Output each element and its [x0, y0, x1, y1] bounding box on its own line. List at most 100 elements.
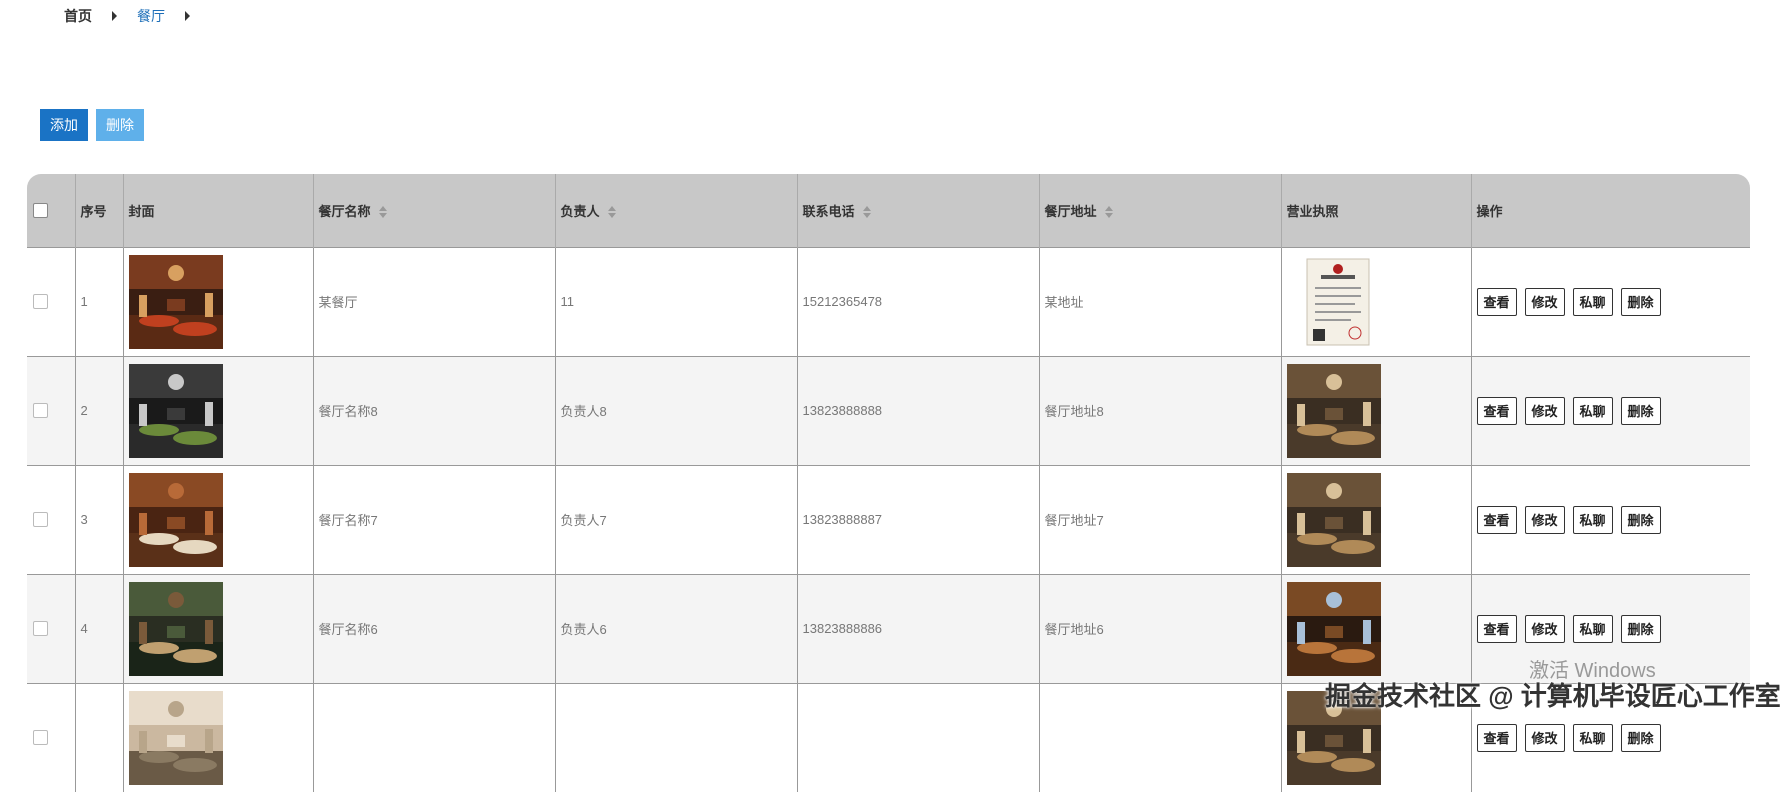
header-name[interactable]: 餐厅名称: [313, 174, 556, 247]
header-phone-label: 联系电话: [802, 203, 855, 219]
license-image[interactable]: [1286, 581, 1381, 676]
license-image[interactable]: [1286, 363, 1381, 458]
row-checkbox[interactable]: [33, 294, 48, 309]
row-owner: 11: [555, 247, 798, 356]
row-checkbox[interactable]: [33, 403, 48, 418]
row-name: [313, 683, 556, 792]
breadcrumb: 首页 餐厅: [64, 6, 210, 26]
row-phone: 13823888886: [797, 574, 1040, 683]
chat-button[interactable]: 私聊: [1572, 396, 1613, 425]
select-all-checkbox[interactable]: [33, 202, 48, 218]
row-license: [1281, 247, 1472, 356]
view-button[interactable]: 查看: [1476, 723, 1517, 752]
row-name: 餐厅名称7: [313, 465, 556, 574]
row-actions: 查看 修改 私聊 删除: [1471, 465, 1750, 574]
sort-icon[interactable]: [607, 206, 616, 219]
edit-button[interactable]: 修改: [1524, 614, 1565, 643]
row-select-cell: [27, 465, 76, 574]
edit-button[interactable]: 修改: [1524, 287, 1565, 316]
row-name: 餐厅名称8: [313, 356, 556, 465]
chat-button[interactable]: 私聊: [1572, 614, 1613, 643]
row-select-cell: [27, 683, 76, 792]
row-index: 2: [75, 356, 124, 465]
row-index: 3: [75, 465, 124, 574]
chat-button[interactable]: 私聊: [1572, 287, 1613, 316]
row-owner: 负责人6: [555, 574, 798, 683]
row-actions: 查看 修改 私聊 删除: [1471, 247, 1750, 356]
header-owner[interactable]: 负责人: [555, 174, 798, 247]
row-address: 某地址: [1039, 247, 1282, 356]
edit-button[interactable]: 修改: [1524, 396, 1565, 425]
delete-button[interactable]: 删除: [1620, 614, 1661, 643]
chevron-right-icon: [185, 11, 190, 21]
delete-button[interactable]: 删除: [1620, 505, 1661, 534]
row-checkbox[interactable]: [33, 730, 48, 746]
row-cover: [123, 574, 314, 683]
row-phone: 15212365478: [797, 247, 1040, 356]
cover-image[interactable]: [128, 363, 223, 458]
row-index: [75, 683, 124, 792]
view-button[interactable]: 查看: [1476, 614, 1517, 643]
row-phone: 13823888888: [797, 356, 1040, 465]
delete-button[interactable]: 删除: [1620, 396, 1661, 425]
row-actions: 查看 修改 私聊 删除: [1471, 356, 1750, 465]
header-phone[interactable]: 联系电话: [797, 174, 1040, 247]
view-button[interactable]: 查看: [1476, 396, 1517, 425]
row-license: [1281, 465, 1472, 574]
view-button[interactable]: 查看: [1476, 287, 1517, 316]
row-phone: [797, 683, 1040, 792]
breadcrumb-current[interactable]: 餐厅: [137, 6, 165, 26]
header-license: 营业执照: [1281, 174, 1472, 247]
sort-icon[interactable]: [862, 206, 871, 219]
cover-image[interactable]: [128, 690, 223, 785]
add-button[interactable]: 添加: [40, 109, 88, 141]
license-image[interactable]: [1286, 254, 1381, 349]
sort-icon[interactable]: [1104, 206, 1113, 219]
table-row: 1 某餐厅 11 15212365478 某地址 查看 修改 私聊 删除: [27, 247, 1750, 356]
table-header-row: 序号 封面 餐厅名称 负责人 联系电话 餐厅地址 营业执照 操作: [27, 174, 1750, 247]
row-cover: [123, 356, 314, 465]
edit-button[interactable]: 修改: [1524, 723, 1565, 752]
row-select-cell: [27, 247, 76, 356]
delete-button[interactable]: 删除: [1620, 723, 1661, 752]
edit-button[interactable]: 修改: [1524, 505, 1565, 534]
chat-button[interactable]: 私聊: [1572, 723, 1613, 752]
header-owner-label: 负责人: [560, 203, 600, 219]
chat-button[interactable]: 私聊: [1572, 505, 1613, 534]
header-address[interactable]: 餐厅地址: [1039, 174, 1282, 247]
toolbar: 添加 删除: [40, 109, 144, 141]
site-watermark: 掘金技术社区 @ 计算机毕设匠心工作室: [1325, 681, 1781, 711]
row-address: [1039, 683, 1282, 792]
header-index: 序号: [75, 174, 124, 247]
row-address: 餐厅地址7: [1039, 465, 1282, 574]
batch-delete-button[interactable]: 删除: [96, 109, 144, 141]
row-checkbox[interactable]: [33, 621, 48, 636]
row-address: 餐厅地址8: [1039, 356, 1282, 465]
header-address-label: 餐厅地址: [1044, 203, 1097, 219]
row-owner: 负责人8: [555, 356, 798, 465]
row-select-cell: [27, 356, 76, 465]
row-owner: 负责人7: [555, 465, 798, 574]
row-owner: [555, 683, 798, 792]
row-checkbox[interactable]: [33, 512, 48, 527]
cover-image[interactable]: [128, 581, 223, 676]
breadcrumb-home[interactable]: 首页: [64, 6, 92, 26]
cover-image[interactable]: [128, 472, 223, 567]
table-row: 4 餐厅名称6 负责人6 13823888886 餐厅地址6 查看 修改 私聊 …: [27, 574, 1750, 683]
select-all-cell: [27, 174, 76, 247]
table-row: 3 餐厅名称7 负责人7 13823888887 餐厅地址7 查看 修改 私聊 …: [27, 465, 1750, 574]
cover-image[interactable]: [128, 254, 223, 349]
row-cover: [123, 247, 314, 356]
view-button[interactable]: 查看: [1476, 505, 1517, 534]
license-image[interactable]: [1286, 472, 1381, 567]
row-select-cell: [27, 574, 76, 683]
delete-button[interactable]: 删除: [1620, 287, 1661, 316]
row-phone: 13823888887: [797, 465, 1040, 574]
chevron-right-icon: [112, 11, 117, 21]
header-actions: 操作: [1476, 203, 1503, 219]
sort-icon[interactable]: [378, 206, 387, 219]
row-index: 1: [75, 247, 124, 356]
row-address: 餐厅地址6: [1039, 574, 1282, 683]
row-name: 某餐厅: [313, 247, 556, 356]
header-cover: 封面: [123, 174, 314, 247]
